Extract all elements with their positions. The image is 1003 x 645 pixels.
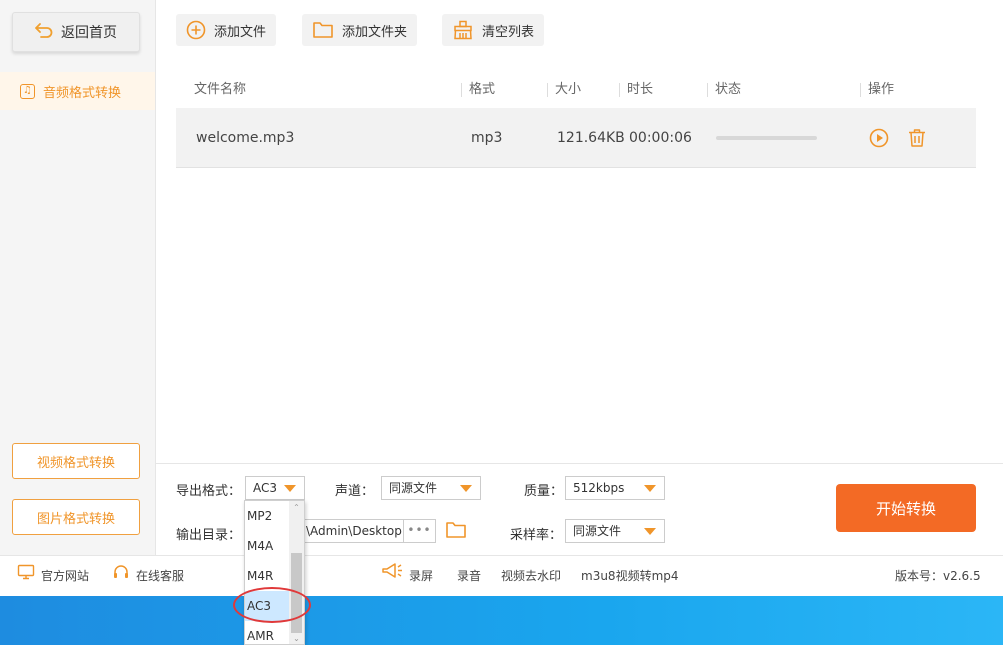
headset-icon	[112, 556, 130, 597]
format-label: 导出格式：	[176, 484, 242, 499]
sidebar-item-label: 音频格式转换	[43, 85, 122, 101]
header-duration: 时长	[627, 82, 654, 97]
version-label: 版本号：v2.6.5	[895, 569, 981, 583]
channel-label: 声道：	[335, 484, 375, 499]
online-service-link[interactable]: 在线客服	[112, 556, 184, 597]
record-audio-link[interactable]: 录音	[457, 556, 481, 597]
megaphone-icon	[381, 556, 403, 597]
sidebar: 返回首页 ♫ 音频格式转换 视频格式转换 图片格式转换	[0, 0, 156, 555]
file-table-header: 文件名称 格式 大小 时长 状态 操作	[176, 72, 976, 108]
plus-circle-icon	[186, 20, 206, 40]
add-folder-button[interactable]: 添加文件夹	[302, 14, 418, 46]
header-format: 格式	[469, 82, 496, 97]
header-divider	[461, 83, 462, 97]
file-format: mp3	[471, 130, 503, 146]
table-row[interactable]: welcome.mp3 mp3 121.64KB 00:00:06	[176, 108, 976, 168]
quality-label: 质量：	[524, 484, 564, 499]
format-select[interactable]: AC3	[245, 476, 305, 500]
record-screen-label: 录屏	[409, 569, 434, 583]
video-convert-button[interactable]: 视频格式转换	[12, 443, 140, 479]
header-actions: 操作	[868, 82, 895, 97]
conversion-progress-bar	[716, 136, 817, 140]
online-service-label: 在线客服	[136, 569, 185, 583]
format-option-amr[interactable]: AMR	[245, 621, 289, 644]
samplerate-label: 采样率：	[510, 528, 563, 543]
folder-icon	[312, 20, 334, 40]
clear-list-button[interactable]: 清空列表	[442, 14, 545, 46]
home-button-label: 返回首页	[61, 25, 117, 41]
file-duration: 00:00:06	[629, 130, 692, 146]
output-dir-label: 输出目录：	[176, 528, 242, 543]
channel-select[interactable]: 同源文件	[381, 476, 481, 500]
quality-select-value: 512kbps	[573, 481, 625, 495]
browse-button[interactable]: •••	[404, 519, 436, 543]
home-button[interactable]: 返回首页	[12, 12, 140, 52]
chevron-down-icon	[284, 485, 296, 492]
samplerate-select[interactable]: 同源文件	[565, 519, 665, 543]
record-screen-link[interactable]: 录屏	[381, 556, 433, 597]
scroll-down-icon[interactable]: ⌄	[292, 634, 301, 643]
image-convert-button[interactable]: 图片格式转换	[12, 499, 140, 535]
trash-icon[interactable]	[906, 127, 928, 149]
file-size: 121.64KB	[557, 130, 625, 146]
quality-select[interactable]: 512kbps	[565, 476, 665, 500]
header-divider	[547, 83, 548, 97]
remove-watermark-link[interactable]: 视频去水印	[501, 556, 561, 597]
chevron-down-icon	[644, 485, 656, 492]
samplerate-select-value: 同源文件	[573, 524, 622, 538]
format-option-m4r[interactable]: M4R	[245, 561, 289, 591]
official-website-label: 官方网站	[41, 569, 90, 583]
header-divider	[860, 83, 861, 97]
desktop-background	[0, 596, 1003, 645]
format-option-m4a[interactable]: M4A	[245, 531, 289, 561]
sidebar-item-audio-convert[interactable]: ♫ 音频格式转换	[0, 72, 155, 110]
back-arrow-icon	[35, 22, 53, 42]
status-bar: 官方网站 在线客服 录屏 录音 视频去水印 m3u8视频转mp4 版本号：v2.…	[0, 555, 1003, 596]
chevron-down-icon	[460, 485, 472, 492]
open-folder-icon[interactable]	[445, 520, 467, 544]
file-name: welcome.mp3	[196, 130, 295, 146]
output-dir-value: \Admin\Desktop'	[306, 524, 404, 538]
broom-icon	[452, 20, 474, 40]
format-option-mp2[interactable]: MP2	[245, 501, 289, 531]
header-divider	[619, 83, 620, 97]
header-status: 状态	[715, 82, 742, 97]
format-dropdown-list[interactable]: MP2 M4A M4R AC3 AMR ⌃ ⌄	[244, 500, 305, 645]
music-note-icon: ♫	[20, 83, 35, 99]
format-select-value: AC3	[253, 481, 278, 495]
app-window: 返回首页 ♫ 音频格式转换 视频格式转换 图片格式转换 添加文件 添加文件夹 清…	[0, 0, 1003, 596]
header-filename: 文件名称	[194, 82, 247, 97]
header-size: 大小	[555, 82, 582, 97]
clear-list-label: 清空列表	[482, 24, 535, 40]
start-convert-button[interactable]: 开始转换	[836, 484, 976, 532]
add-file-label: 添加文件	[214, 24, 267, 40]
dropdown-scrollbar[interactable]: ⌃ ⌄	[289, 501, 304, 644]
m3u8-to-mp4-link[interactable]: m3u8视频转mp4	[581, 556, 679, 597]
official-website-link[interactable]: 官方网站	[17, 556, 89, 597]
channel-select-value: 同源文件	[389, 481, 438, 495]
chevron-down-icon	[644, 528, 656, 535]
add-folder-label: 添加文件夹	[342, 24, 408, 40]
play-icon[interactable]	[868, 127, 890, 149]
monitor-icon	[17, 556, 35, 597]
scrollbar-thumb[interactable]	[291, 553, 302, 633]
format-option-ac3[interactable]: AC3	[245, 591, 289, 621]
add-file-button[interactable]: 添加文件	[176, 14, 277, 46]
header-divider	[707, 83, 708, 97]
scroll-up-icon[interactable]: ⌃	[292, 503, 301, 512]
